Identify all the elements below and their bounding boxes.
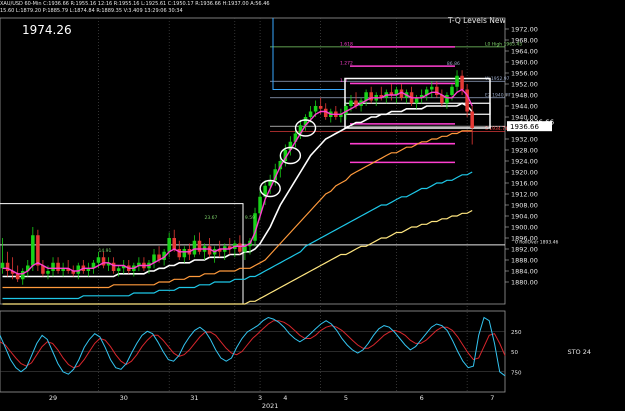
candle-body xyxy=(369,92,373,101)
price-tick-label: 1904.00 xyxy=(511,213,538,221)
x-axis-label: 6 xyxy=(420,394,424,402)
x-axis-label: 30 xyxy=(120,394,128,402)
price-tick-label: 1908.00 xyxy=(511,202,538,210)
candle-body xyxy=(182,249,187,258)
candle-body xyxy=(56,262,60,271)
price-tick-label: 1924.00 xyxy=(511,158,538,166)
candle-body xyxy=(51,262,55,271)
price-tick-label: 1948.00 xyxy=(511,92,538,100)
price-tick-label: 1956.00 xyxy=(511,70,538,78)
price-tick-label: 1896.00 xyxy=(511,235,538,243)
fib-level-label: 1.272 xyxy=(340,61,353,67)
price-panel-frame xyxy=(0,17,506,305)
candle-body xyxy=(101,257,106,266)
x-axis-label: 31 xyxy=(190,394,198,402)
candle-body xyxy=(5,262,10,271)
candle-body xyxy=(167,238,171,252)
candle-body xyxy=(192,240,197,255)
candle-body xyxy=(15,273,20,280)
annotation-text: 23.67 xyxy=(205,215,218,221)
level-label: S 1934.71 xyxy=(485,126,508,132)
price-tick-label: 1952.00 xyxy=(511,81,538,89)
price-tick-label: 1880.00 xyxy=(511,279,538,287)
x-axis-year-label: 2021 xyxy=(262,402,279,410)
price-tick-label: 1960.00 xyxy=(511,59,538,67)
yellow-ma-line xyxy=(2,209,473,305)
candle-body xyxy=(318,106,323,109)
stochastic-tick-label: 250 xyxy=(511,330,522,336)
candle-body xyxy=(313,106,318,112)
candle-body xyxy=(116,268,121,271)
stochastic-tick-label: 50 xyxy=(511,350,518,356)
candle-body xyxy=(414,97,419,104)
candle-body xyxy=(445,95,449,104)
price-tick-label: 1932.00 xyxy=(511,136,538,144)
chart-stage: XAU/USD 60-Min C:1936.66 R:1955.16 12:16… xyxy=(0,0,625,411)
annotation-text: 9.59 xyxy=(245,215,255,221)
orange-ma-line xyxy=(2,130,473,289)
price-tick-label: 1944.00 xyxy=(511,103,538,111)
stochastic-label: STO 24 xyxy=(567,348,591,356)
candle-body xyxy=(0,262,5,269)
x-axis-label: 29 xyxy=(49,394,57,402)
current-price-label: 1936.66 xyxy=(510,123,539,131)
price-tick-label: 1900.00 xyxy=(511,224,538,232)
candle-body xyxy=(430,86,434,90)
candle-body xyxy=(197,240,202,252)
candle-body xyxy=(455,75,459,87)
stochastic-tick-label: 750 xyxy=(511,370,522,376)
candle-body xyxy=(20,271,25,280)
price-tick-label: 1920.00 xyxy=(511,169,538,177)
price-chart: L0 High 1965.45W 1952.97E2 1940.77< 1936… xyxy=(0,17,591,410)
candle-body xyxy=(111,262,116,271)
price-tick-label: 1888.00 xyxy=(511,257,538,265)
candle-body xyxy=(243,246,247,252)
candle-body xyxy=(46,271,50,274)
magenta-ma-line xyxy=(2,88,473,275)
price-tick-label: 1968.00 xyxy=(511,37,538,45)
candle-body xyxy=(238,243,242,252)
stochastic-slow-line xyxy=(0,320,506,369)
candle-body xyxy=(31,235,35,266)
annotation-text: 14.91 xyxy=(98,248,111,254)
candle-body xyxy=(435,86,439,95)
price-tick-label: 1940.00 xyxy=(511,114,538,122)
session-range-line xyxy=(272,18,345,90)
annotation-text: 86.86 xyxy=(447,61,460,67)
price-tick-label: 1916.00 xyxy=(511,180,538,188)
candle-body xyxy=(177,249,182,258)
candle-body xyxy=(470,111,474,128)
price-tick-label: 1912.00 xyxy=(511,191,538,199)
cyan-ma-line xyxy=(2,171,473,300)
candle-body xyxy=(349,100,353,106)
candle-body xyxy=(308,111,313,117)
fib-level-label: 1.618 xyxy=(340,41,353,47)
candle-body xyxy=(450,86,454,95)
candle-body xyxy=(172,238,176,249)
price-tick-label: 1928.00 xyxy=(511,147,538,155)
x-axis-label: 7 xyxy=(490,394,494,402)
white-ma-line xyxy=(2,102,473,278)
price-tick-label: 1964.00 xyxy=(511,48,538,56)
candle-body xyxy=(36,235,40,266)
x-axis-label: 4 xyxy=(283,394,287,402)
price-tick-label: 1892.00 xyxy=(511,246,538,254)
x-axis-label: 5 xyxy=(344,394,348,402)
price-tick-label: 1972.00 xyxy=(511,26,538,34)
candle-body xyxy=(460,75,464,90)
price-tick-label: 1884.00 xyxy=(511,268,538,276)
x-axis-label: 3 xyxy=(258,394,262,402)
candle-body xyxy=(96,257,101,263)
